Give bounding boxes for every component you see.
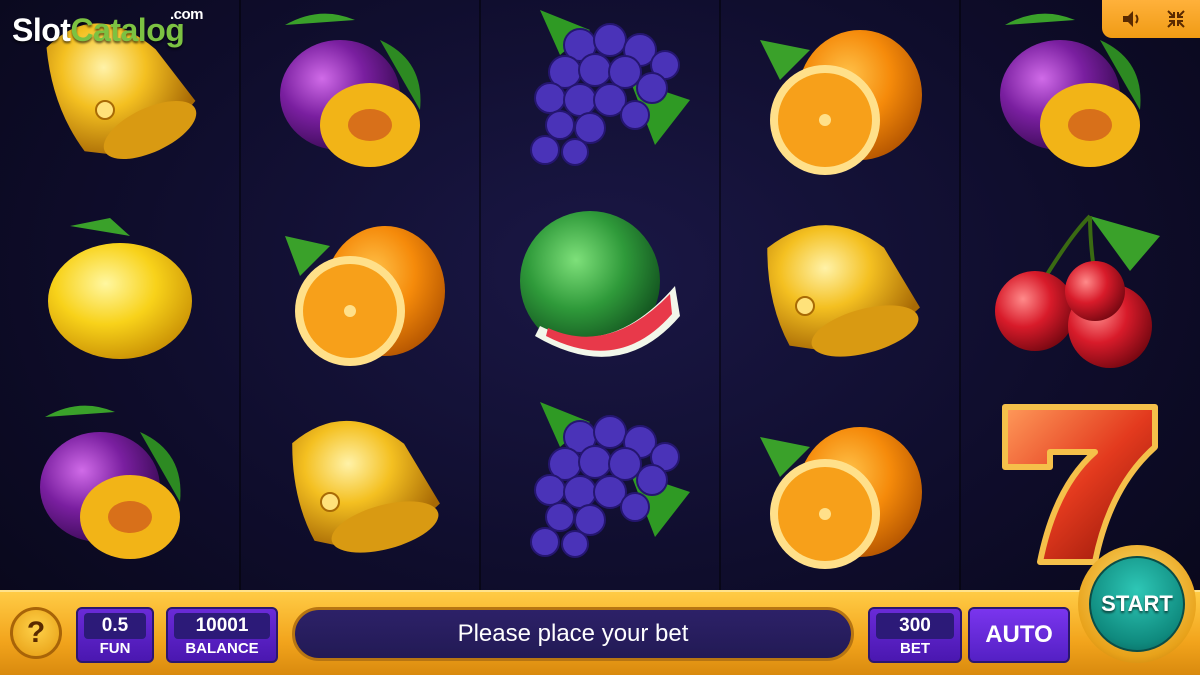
slotcatalog-logo: SlotCatalog .com bbox=[12, 6, 204, 49]
reel-2 bbox=[240, 0, 480, 590]
start-button[interactable]: START bbox=[1078, 545, 1196, 663]
slot-game-screen: SlotCatalog .com ? 0.5 FUN 10001 BALANCE… bbox=[0, 0, 1200, 675]
symbol-bell bbox=[240, 392, 480, 588]
speaker-icon[interactable] bbox=[1118, 5, 1146, 33]
balance-label: BALANCE bbox=[185, 640, 259, 657]
balance-value: 10001 bbox=[174, 613, 270, 639]
reel-4 bbox=[720, 0, 960, 590]
bet-label: BET bbox=[900, 640, 930, 657]
symbol-orange bbox=[720, 392, 960, 588]
symbol-grapes bbox=[480, 392, 720, 588]
symbol-orange bbox=[240, 196, 480, 392]
symbol-bell bbox=[720, 196, 960, 392]
reel-1 bbox=[0, 0, 240, 590]
symbol-orange bbox=[720, 0, 960, 196]
logo-text-slot: Slot bbox=[12, 12, 71, 48]
symbol-lemon bbox=[0, 196, 240, 392]
symbol-grapes bbox=[480, 0, 720, 196]
symbol-plum bbox=[0, 392, 240, 588]
reel-5 bbox=[960, 0, 1200, 590]
reel-3 bbox=[480, 0, 720, 590]
status-message: Please place your bet bbox=[292, 607, 854, 661]
bet-value: 300 bbox=[876, 613, 954, 639]
collapse-icon[interactable] bbox=[1162, 5, 1190, 33]
logo-text-catalog: Catalog bbox=[70, 12, 185, 48]
symbol-cherries bbox=[960, 196, 1200, 392]
symbol-plum bbox=[240, 0, 480, 196]
start-button-label: START bbox=[1089, 556, 1185, 652]
coin-value-panel[interactable]: 0.5 FUN bbox=[76, 607, 154, 663]
top-control-panel bbox=[1102, 0, 1200, 38]
help-button[interactable]: ? bbox=[10, 607, 62, 659]
logo-text-com: .com bbox=[170, 6, 204, 23]
coin-label: FUN bbox=[99, 640, 131, 657]
coin-value: 0.5 bbox=[84, 613, 146, 639]
balance-panel: 10001 BALANCE bbox=[166, 607, 278, 663]
auto-button[interactable]: AUTO bbox=[968, 607, 1070, 663]
symbol-watermelon bbox=[480, 196, 720, 392]
bet-panel[interactable]: 300 BET bbox=[868, 607, 962, 663]
